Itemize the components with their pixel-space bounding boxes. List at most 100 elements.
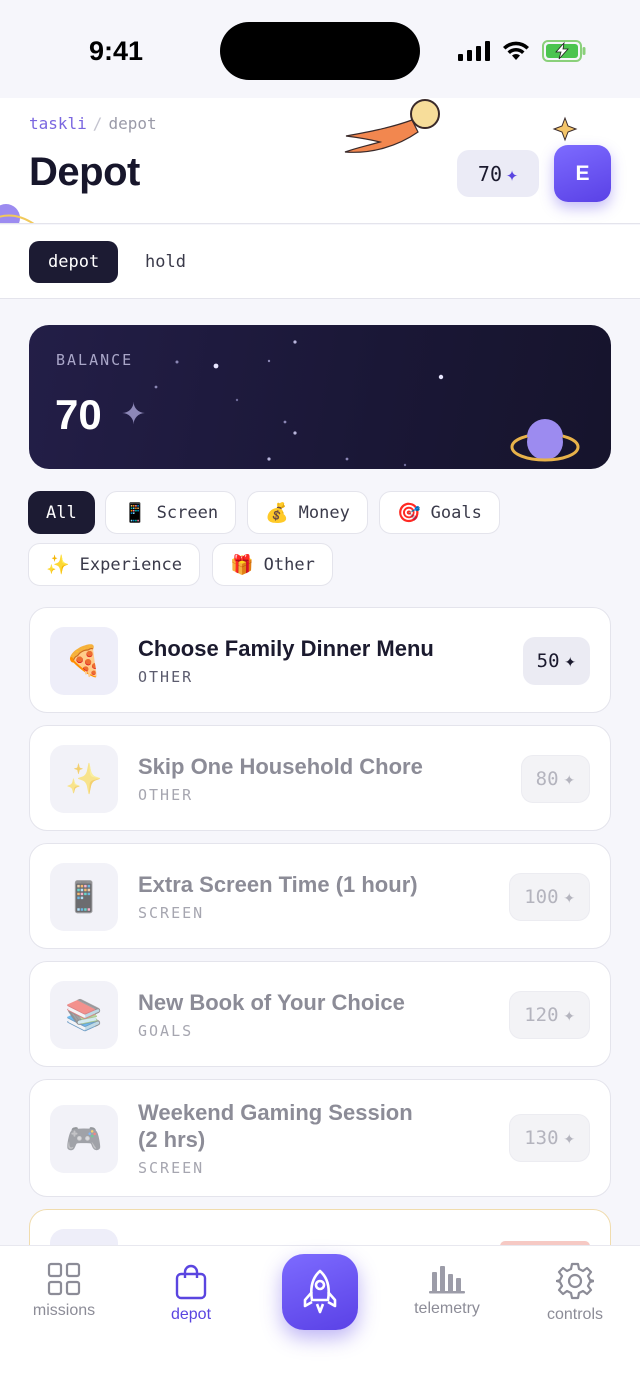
breadcrumb-current: depot	[108, 114, 157, 133]
star-icon: ✦	[564, 650, 576, 672]
breadcrumb-separator: /	[92, 114, 103, 133]
tab-hold[interactable]: hold	[126, 241, 205, 283]
reward-cost: 100	[524, 886, 559, 908]
grid-icon	[47, 1262, 81, 1296]
reward-item[interactable]: ✨ Skip One Household Chore OTHER 80 ✦	[29, 725, 611, 831]
breadcrumb-app[interactable]: taskli	[29, 114, 87, 133]
reward-item[interactable]: 🎮 Weekend Gaming Session (2 hrs) SCREEN …	[29, 1079, 611, 1197]
reward-cost-button[interactable]: 80 ✦	[520, 755, 590, 803]
nav-controls[interactable]: controls	[515, 1262, 635, 1324]
status-icons	[458, 38, 586, 64]
reward-name: Weekend Gaming Session (2 hrs)	[138, 1099, 413, 1153]
comet-icon	[344, 99, 440, 153]
phone-icon: 📱	[65, 880, 103, 914]
segment-tabs: depot hold	[0, 225, 640, 299]
balance-chip[interactable]: 70 ✦	[457, 150, 539, 197]
books-icon: 📚	[65, 998, 103, 1032]
launch-button[interactable]	[282, 1254, 358, 1330]
reward-item[interactable]: 🍕 Choose Family Dinner Menu OTHER 50 ✦	[29, 607, 611, 713]
nav-label: depot	[170, 1306, 212, 1323]
reward-icon-box: 🍕	[50, 627, 118, 695]
page-title: Depot	[29, 150, 140, 194]
wifi-icon	[503, 41, 529, 60]
nav-label: telemetry	[414, 1300, 480, 1317]
filter-label: Other	[263, 554, 315, 575]
reward-cost-button[interactable]: 130 ✦	[509, 1114, 590, 1162]
balance-chip-value: 70	[477, 161, 503, 186]
phone-icon: 📱	[123, 502, 147, 524]
target-icon: 🎯	[397, 502, 421, 524]
filter-label: Experience	[79, 554, 183, 575]
gear-icon	[556, 1262, 594, 1300]
filter-label: All	[46, 502, 77, 523]
game-controller-icon: 🎮	[65, 1122, 103, 1156]
reward-category: OTHER	[138, 786, 194, 804]
reward-category: GOALS	[138, 1022, 194, 1040]
sparkles-icon: ✨	[65, 762, 103, 796]
shopping-bag-icon	[175, 1264, 207, 1300]
reward-cost: 80	[535, 768, 559, 790]
balance-card: BALANCE 70 ✦	[29, 325, 611, 469]
gift-icon: 🎁	[230, 554, 254, 576]
star-icon: ✦	[563, 1004, 575, 1026]
reward-name: Skip One Household Chore	[138, 754, 423, 779]
reward-icon-box: 🎮	[50, 1105, 118, 1173]
filter-label: Goals	[430, 502, 482, 523]
avatar[interactable]: E	[554, 145, 611, 202]
cellular-signal-icon	[458, 41, 490, 61]
status-time: 9:41	[89, 36, 144, 66]
rocket-icon	[303, 1269, 337, 1314]
reward-category: SCREEN	[138, 904, 205, 922]
reward-name-line: Weekend Gaming Session	[138, 1100, 413, 1125]
nav-depot[interactable]: depot	[131, 1264, 251, 1324]
dynamic-island	[220, 22, 420, 80]
nav-label: controls	[546, 1306, 604, 1323]
reward-icon-box: 📱	[50, 863, 118, 931]
sparkle-icon	[552, 116, 578, 142]
filter-other[interactable]: 🎁 Other	[212, 543, 333, 586]
planet-small-icon	[0, 204, 35, 223]
bottom-nav: missions depot telemetry controls	[0, 1245, 640, 1391]
money-bag-icon: 💰	[265, 502, 289, 524]
tab-depot[interactable]: depot	[29, 241, 119, 283]
star-icon: ✦	[563, 1127, 575, 1149]
bar-chart-icon	[429, 1266, 465, 1294]
breadcrumb: taskli / depot	[29, 114, 157, 133]
reward-icon-box: ✨	[50, 745, 118, 813]
page-header: taskli / depot Depot 70 ✦ E	[0, 98, 640, 224]
star-icon: ✦	[563, 768, 575, 790]
balance-value: 70	[55, 391, 102, 438]
nav-telemetry[interactable]: telemetry	[387, 1262, 507, 1318]
reward-name: New Book of Your Choice	[138, 990, 405, 1015]
star-icon: ✦	[506, 161, 519, 186]
star-icon: ✦	[563, 886, 575, 908]
reward-item[interactable]: 📚 New Book of Your Choice GOALS 120 ✦	[29, 961, 611, 1067]
reward-name-line: (2 hrs)	[138, 1127, 206, 1152]
filter-money[interactable]: 💰 Money	[247, 491, 368, 534]
filter-screen[interactable]: 📱 Screen	[105, 491, 237, 534]
reward-cost-button[interactable]: 50 ✦	[522, 637, 590, 685]
reward-cost: 130	[524, 1127, 559, 1149]
balance-label: BALANCE	[56, 351, 134, 369]
reward-cost: 50	[536, 650, 560, 672]
nav-missions[interactable]: missions	[4, 1262, 124, 1320]
filter-label: Screen	[156, 502, 219, 523]
reward-category: SCREEN	[138, 1159, 205, 1177]
star-icon: ✦	[121, 398, 147, 431]
filter-label: Money	[298, 502, 350, 523]
reward-icon-box: 📚	[50, 981, 118, 1049]
reward-cost-button[interactable]: 100 ✦	[509, 873, 590, 921]
reward-name: Choose Family Dinner Menu	[138, 636, 434, 661]
filter-experience[interactable]: ✨ Experience	[28, 543, 201, 586]
sparkles-icon: ✨	[46, 554, 70, 576]
filter-goals[interactable]: 🎯 Goals	[379, 491, 500, 534]
reward-item[interactable]: 📱 Extra Screen Time (1 hour) SCREEN 100 ✦	[29, 843, 611, 949]
reward-cost-button[interactable]: 120 ✦	[509, 991, 590, 1039]
reward-name: Extra Screen Time (1 hour)	[138, 872, 418, 897]
reward-category: OTHER	[138, 668, 194, 686]
starfield-decoration	[154, 340, 580, 467]
battery-charging-icon	[542, 40, 586, 62]
status-bar: 9:41	[0, 0, 640, 98]
filter-all[interactable]: All	[28, 491, 95, 534]
planet-icon	[510, 419, 580, 462]
